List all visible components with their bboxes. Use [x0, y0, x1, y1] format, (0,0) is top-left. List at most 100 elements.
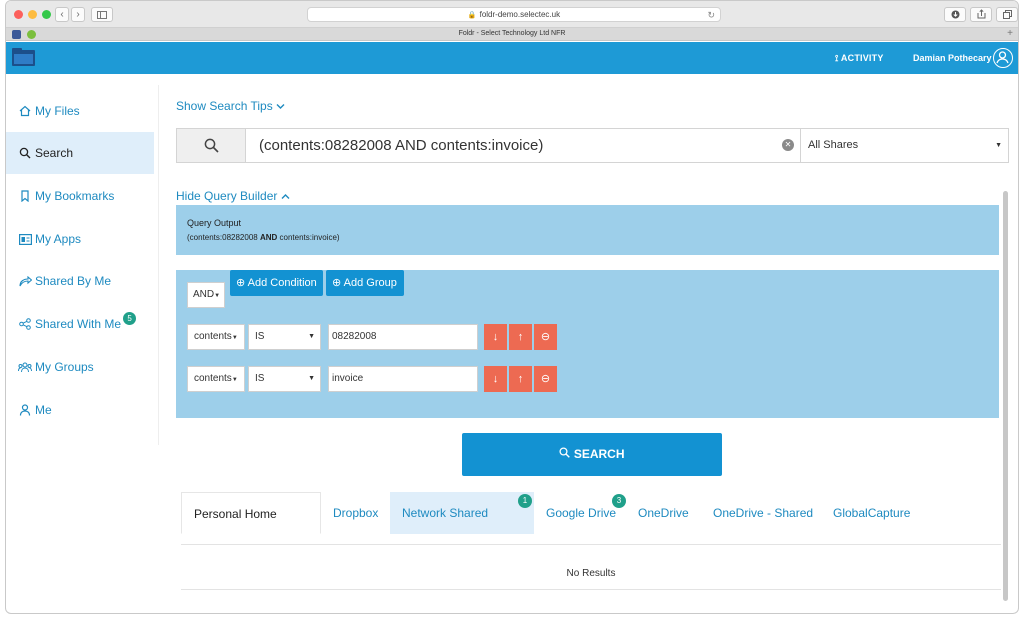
- downloads-button[interactable]: [944, 7, 966, 22]
- clear-search-icon[interactable]: ✕: [782, 139, 794, 151]
- close-window-button[interactable]: [14, 10, 23, 19]
- active-tab-title[interactable]: Foldr - Select Technology Ltd NFR: [6, 28, 1018, 40]
- condition-operator-select[interactable]: IS ▼: [248, 324, 321, 350]
- sidebar-item-shared-by-me[interactable]: Shared By Me: [6, 260, 154, 302]
- move-up-button[interactable]: ↑: [509, 324, 532, 350]
- user-avatar-icon[interactable]: [993, 48, 1013, 68]
- move-up-button[interactable]: ↑: [509, 366, 532, 392]
- browser-titlebar: ‹ › 🔒 foldr-demo.selectec.uk ↻: [6, 1, 1018, 28]
- sidebar-toggle-icon: [97, 11, 107, 19]
- lock-icon: 🔒: [467, 12, 477, 19]
- add-group-button[interactable]: ⊕ Add Group: [326, 270, 404, 296]
- hide-query-builder-link[interactable]: Hide Query Builder: [176, 189, 290, 203]
- plus-circle-icon: ⊕: [332, 277, 342, 289]
- query-output-part1: (contents:08282008: [187, 233, 260, 242]
- condition-operator-select[interactable]: IS ▼: [248, 366, 321, 392]
- minimize-window-button[interactable]: [28, 10, 37, 19]
- bookmark-icon: [18, 189, 32, 203]
- tab-onedrive-shared[interactable]: OneDrive - Shared: [713, 492, 813, 534]
- browser-tabbar: Foldr - Select Technology Ltd NFR +: [6, 28, 1018, 41]
- chevron-down-icon: [276, 104, 285, 109]
- share-scope-value: All Shares: [808, 139, 859, 151]
- user-icon: [18, 403, 32, 417]
- chevron-up-icon: [281, 194, 290, 199]
- query-output-part2: contents:invoice): [277, 233, 340, 242]
- arrow-up-icon: ↑: [517, 373, 524, 385]
- sidebar-item-my-files[interactable]: My Files: [6, 90, 154, 132]
- network-shared-folder-badge: 1: [518, 494, 532, 508]
- scrollbar-thumb[interactable]: [1003, 191, 1008, 601]
- caret-down-icon: ▼: [995, 142, 1002, 149]
- share-scope-select[interactable]: All Shares ▼: [800, 129, 1008, 162]
- sidebar-item-shared-with-me[interactable]: Shared With Me 5: [6, 303, 154, 345]
- search-query-input[interactable]: (contents:08282008 AND contents:invoice): [247, 129, 800, 162]
- query-output-and: AND: [259, 233, 278, 242]
- tab-personal-home-folder[interactable]: Personal Home Folder: [181, 492, 321, 563]
- results-panel: No Results: [181, 544, 1001, 590]
- new-tab-button[interactable]: +: [1007, 28, 1013, 40]
- sidebar-item-my-bookmarks[interactable]: My Bookmarks: [6, 175, 154, 217]
- arrow-down-icon: ↓: [492, 373, 499, 385]
- sidebar-item-label: My Apps: [35, 232, 82, 246]
- query-output-text: (contents:08282008 AND contents:invoice): [187, 233, 340, 242]
- sidebar-toggle-button[interactable]: [91, 7, 113, 22]
- remove-condition-button[interactable]: ⊖: [534, 324, 557, 350]
- sidebar-item-my-apps[interactable]: My Apps: [6, 218, 154, 260]
- minus-circle-icon: ⊖: [540, 331, 551, 343]
- user-name[interactable]: Damian Pothecary: [913, 42, 992, 74]
- tab-globalcapture[interactable]: GlobalCapture: [833, 492, 910, 534]
- sidebar-item-label: My Groups: [35, 360, 94, 374]
- groups-icon: [18, 360, 32, 374]
- sidebar-item-label: Search: [35, 146, 74, 160]
- download-icon: [951, 10, 959, 19]
- condition-operator-value: IS: [255, 331, 265, 342]
- sidebar-item-my-groups[interactable]: My Groups: [6, 346, 154, 388]
- search-icon-box[interactable]: [177, 129, 246, 162]
- address-bar[interactable]: 🔒 foldr-demo.selectec.uk ↻: [307, 7, 721, 22]
- reload-icon[interactable]: ↻: [707, 8, 715, 22]
- back-button[interactable]: ‹: [55, 7, 69, 22]
- foldr-logo-icon[interactable]: [12, 48, 35, 66]
- search-tips-label: Show Search Tips: [176, 99, 273, 113]
- tab-google-drive[interactable]: Google Drive: [546, 492, 616, 534]
- sidebar-item-me[interactable]: Me: [6, 389, 154, 431]
- caret-down-icon: ▼: [308, 333, 315, 340]
- tab-network-shared-folder[interactable]: Network Shared Folder: [390, 492, 534, 562]
- search-button[interactable]: SEARCH: [462, 433, 722, 476]
- tabs-overview-button[interactable]: [996, 7, 1018, 22]
- condition-value-input[interactable]: invoice: [328, 366, 478, 392]
- move-down-button[interactable]: ↓: [484, 366, 507, 392]
- window-controls: [14, 10, 51, 19]
- result-tabs: Personal Home Folder Dropbox Network Sha…: [181, 492, 1001, 563]
- app-header: ⟟ ACTIVITY Damian Pothecary: [6, 42, 1018, 74]
- query-output-title: Query Output: [187, 218, 242, 228]
- share-page-icon: [977, 9, 985, 19]
- sidebar-item-label: Me: [35, 403, 52, 417]
- hide-query-builder-label: Hide Query Builder: [176, 189, 278, 203]
- remove-condition-button[interactable]: ⊖: [534, 366, 557, 392]
- maximize-window-button[interactable]: [42, 10, 51, 19]
- condition-value-input[interactable]: 08282008: [328, 324, 478, 350]
- add-condition-button[interactable]: ⊕ Add Condition: [230, 270, 323, 296]
- apps-icon: [18, 232, 32, 246]
- query-builder-panel: AND▼ ⊕ Add Condition ⊕ Add Group content…: [176, 270, 999, 418]
- conjunction-value: AND: [193, 289, 215, 300]
- move-down-button[interactable]: ↓: [484, 324, 507, 350]
- condition-field-select[interactable]: contents▼: [187, 366, 245, 392]
- caret-down-icon: ▼: [214, 293, 221, 299]
- tab-dropbox[interactable]: Dropbox: [333, 492, 378, 534]
- plus-circle-icon: ⊕: [236, 277, 246, 289]
- add-group-label: Add Group: [343, 277, 397, 289]
- condition-field-select[interactable]: contents▼: [187, 324, 245, 350]
- sidebar-item-search[interactable]: Search: [6, 132, 154, 174]
- conjunction-select[interactable]: AND▼: [187, 282, 225, 308]
- share-page-button[interactable]: [970, 7, 992, 22]
- forward-button[interactable]: ›: [71, 7, 85, 22]
- caret-down-icon: ▼: [231, 335, 238, 341]
- sidebar-item-label: Shared With Me: [35, 317, 122, 331]
- activity-button[interactable]: ⟟ ACTIVITY: [835, 42, 884, 74]
- share-icon: [18, 274, 32, 288]
- address-bar-url: foldr-demo.selectec.uk: [479, 10, 561, 19]
- tab-onedrive[interactable]: OneDrive: [638, 492, 689, 534]
- show-search-tips-link[interactable]: Show Search Tips: [176, 99, 285, 113]
